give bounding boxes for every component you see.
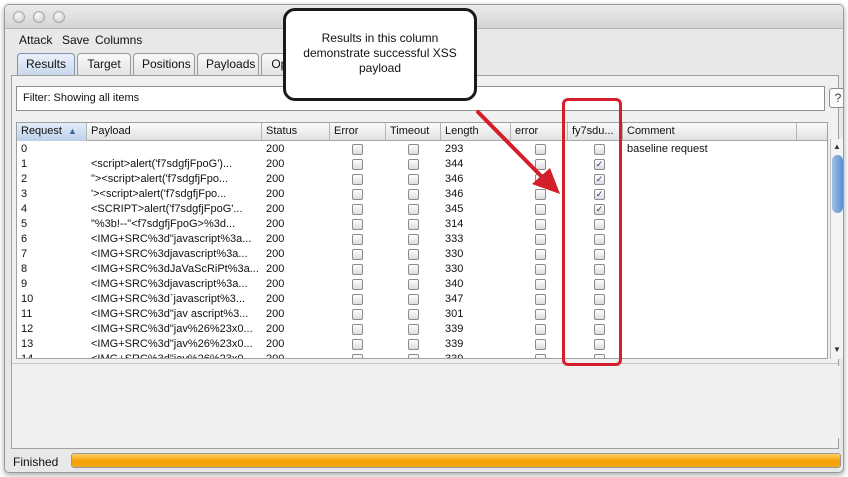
annotation-callout: Results in this column demonstrate succe…: [283, 8, 477, 101]
